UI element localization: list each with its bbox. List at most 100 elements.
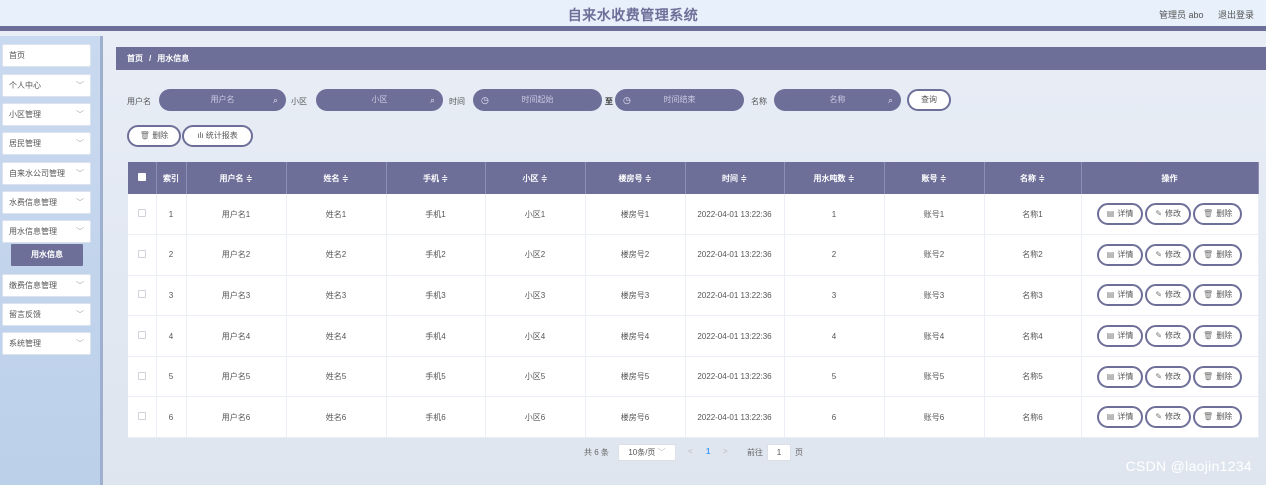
row-checkbox[interactable] (128, 234, 157, 276)
cell-account: 账号5 (884, 356, 985, 398)
sidebar-item-community[interactable]: 小区管理 ﹀ (2, 103, 91, 126)
cell-index: 4 (156, 315, 187, 357)
cell-index: 6 (156, 396, 187, 439)
detail-button[interactable]: ▤ 详情 (1096, 365, 1144, 388)
search-icon: ⌕ (887, 95, 893, 105)
row-checkbox[interactable] (128, 194, 157, 236)
time-end-input[interactable]: ◷ 时间结束 (615, 89, 744, 111)
bar-chart-icon: ılı (197, 131, 204, 140)
sidebar-item-label: 系统管理 (9, 339, 41, 348)
prev-page-button[interactable]: < (688, 447, 693, 456)
batch-delete-button[interactable]: 🗑 删除 (127, 125, 181, 147)
edit-button[interactable]: ✎ 修改 (1145, 365, 1192, 388)
col-header-tons[interactable]: 用水吨数 ≑ (784, 162, 885, 194)
page-unit-label: 页 (795, 448, 803, 457)
delete-button[interactable]: 🗑 删除 (1193, 243, 1243, 266)
cell-community: 小区1 (485, 194, 586, 236)
edit-button[interactable]: ✎ 修改 (1145, 325, 1192, 348)
cell-actions: ▤ 详情 ✎ 修改 🗑 删除 (1081, 194, 1259, 236)
sidebar-item-label: 个人中心 (9, 81, 41, 90)
col-header-room[interactable]: 楼房号 ≑ (585, 162, 686, 194)
pencil-icon: ✎ (1155, 290, 1163, 300)
col-header-community[interactable]: 小区 ≑ (485, 162, 586, 194)
cell-phone: 手机1 (386, 194, 486, 236)
chevron-down-icon: ﹀ (76, 198, 84, 207)
username-placeholder: 用户名 (210, 95, 235, 104)
sidebar-item-home[interactable]: 首页 (2, 44, 91, 67)
cell-time: 2022-04-01 13:22:36 (685, 234, 785, 276)
search-icon: ⌕ (429, 95, 435, 105)
col-header-name[interactable]: 姓名 ≑ (286, 162, 387, 194)
document-icon: ▤ (1106, 331, 1115, 341)
col-header-title[interactable]: 名称 ≑ (984, 162, 1082, 194)
col-header-time[interactable]: 时间 ≑ (685, 162, 785, 194)
row-checkbox[interactable] (128, 396, 157, 439)
time-range-separator: 至 (605, 97, 613, 106)
delete-button[interactable]: 🗑 删除 (1193, 365, 1243, 388)
row-checkbox[interactable] (128, 356, 157, 398)
row-checkbox[interactable] (128, 275, 157, 317)
time-start-input[interactable]: ◷ 时间起始 (473, 89, 602, 111)
trash-icon: 🗑 (1203, 209, 1214, 219)
detail-button[interactable]: ▤ 详情 (1096, 243, 1144, 266)
col-header-username[interactable]: 用户名 ≑ (186, 162, 287, 194)
select-all-checkbox[interactable] (128, 162, 157, 194)
username-input[interactable]: 用户名 ⌕ (159, 89, 286, 111)
trash-icon: 🗑 (1203, 371, 1214, 381)
breadcrumb-home[interactable]: 首页 (127, 54, 143, 63)
cell-username: 用户名6 (186, 396, 287, 439)
cell-username: 用户名4 (186, 315, 287, 357)
delete-button[interactable]: 🗑 删除 (1193, 284, 1243, 307)
delete-button[interactable]: 🗑 删除 (1193, 406, 1243, 429)
sidebar-item-feedback[interactable]: 留言反馈 ﹀ (2, 303, 91, 326)
edit-button[interactable]: ✎ 修改 (1145, 203, 1192, 226)
delete-button[interactable]: 🗑 删除 (1193, 203, 1243, 226)
next-page-button[interactable]: > (723, 447, 728, 456)
sidebar-item-system[interactable]: 系统管理 ﹀ (2, 332, 91, 355)
search-icon: ⌕ (272, 95, 278, 105)
sidebar-item-personal-center[interactable]: 个人中心 ﹀ (2, 74, 91, 97)
edit-button[interactable]: ✎ 修改 (1145, 243, 1192, 266)
row-checkbox[interactable] (128, 315, 157, 357)
stats-report-button[interactable]: ılı 统计报表 (182, 125, 253, 147)
col-header-account[interactable]: 账号 ≑ (884, 162, 985, 194)
cell-community: 小区4 (485, 315, 586, 357)
clock-icon: ◷ (481, 95, 489, 105)
page-number-current[interactable]: 1 (706, 447, 710, 456)
pencil-icon: ✎ (1155, 331, 1163, 341)
sidebar-item-water-fee[interactable]: 水费信息管理 ﹀ (2, 191, 91, 214)
cell-time: 2022-04-01 13:22:36 (685, 396, 785, 439)
name-input[interactable]: 名称 ⌕ (774, 89, 901, 111)
table-row: 1 用户名1 姓名1 手机1 小区1 楼房号1 2022-04-01 13:22… (128, 194, 1259, 236)
cell-community: 小区3 (485, 275, 586, 317)
col-header-phone[interactable]: 手机 ≑ (386, 162, 486, 194)
batch-delete-label: 删除 (152, 131, 169, 140)
breadcrumb-separator: / (149, 54, 152, 63)
community-input[interactable]: 小区 ⌕ (316, 89, 443, 111)
sidebar-subitem-water-usage-info[interactable]: 用水信息 (11, 244, 83, 266)
detail-button[interactable]: ▤ 详情 (1096, 325, 1144, 348)
sidebar-item-water-company[interactable]: 自来水公司管理 ﹀ (2, 162, 91, 185)
edit-button[interactable]: ✎ 修改 (1145, 406, 1192, 429)
chevron-down-icon: ﹀ (76, 339, 84, 348)
page-size-select[interactable]: 10条/页 ﹀ (618, 444, 676, 461)
cell-room: 楼房号5 (585, 356, 686, 398)
table-header-row: 索引 用户名 ≑ 姓名 ≑ 手机 ≑ 小区 ≑ 楼房号 ≑ 时间 ≑ 用水吨数 … (128, 162, 1259, 194)
detail-button[interactable]: ▤ 详情 (1096, 406, 1144, 429)
query-button[interactable]: 查询 (907, 89, 951, 111)
sidebar-item-water-usage[interactable]: 用水信息管理 ﹀ (2, 220, 91, 243)
cell-phone: 手机4 (386, 315, 486, 357)
cell-time: 2022-04-01 13:22:36 (685, 275, 785, 317)
edit-button[interactable]: ✎ 修改 (1145, 284, 1192, 307)
chevron-down-icon: ﹀ (76, 310, 84, 319)
goto-page-input[interactable]: 1 (767, 444, 791, 461)
sidebar-item-residents[interactable]: 居民管理 ﹀ (2, 132, 91, 155)
sidebar-item-payment[interactable]: 缴费信息管理 ﹀ (2, 274, 91, 297)
detail-button[interactable]: ▤ 详情 (1096, 203, 1144, 226)
logout-link[interactable]: 退出登录 (1218, 10, 1254, 20)
delete-button[interactable]: 🗑 删除 (1193, 325, 1243, 348)
detail-button[interactable]: ▤ 详情 (1096, 284, 1144, 307)
pencil-icon: ✎ (1155, 249, 1163, 259)
cell-actions: ▤ 详情 ✎ 修改 🗑 删除 (1081, 396, 1259, 439)
trash-icon: 🗑 (1203, 331, 1214, 341)
